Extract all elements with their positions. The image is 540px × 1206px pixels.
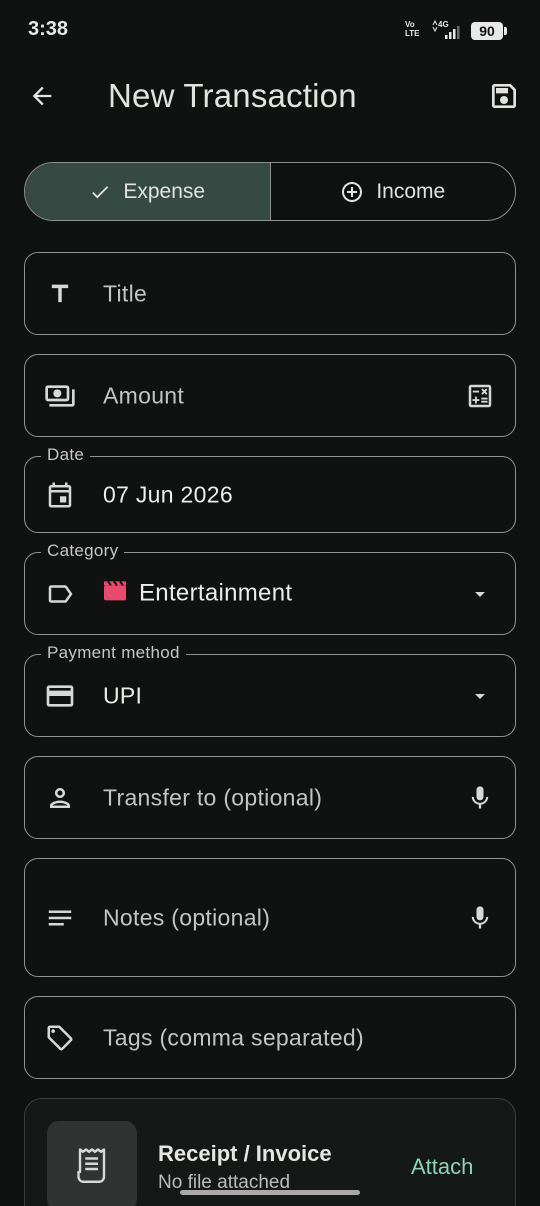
title-field[interactable]: Title (24, 252, 516, 335)
tag-icon (43, 1021, 77, 1055)
back-button[interactable] (22, 76, 62, 116)
category-value-wrap: Entertainment (103, 579, 292, 608)
calculator-icon[interactable] (463, 379, 497, 413)
save-icon (492, 84, 516, 108)
notes-field[interactable]: Notes (optional) (24, 858, 516, 977)
notes-placeholder: Notes (optional) (103, 904, 271, 930)
signal-icon: 4G (432, 19, 462, 41)
label-icon (43, 577, 77, 611)
top-app-bar: New Transaction (0, 60, 540, 132)
payments-icon (43, 379, 77, 413)
check-icon (92, 185, 109, 198)
battery-icon: 90 (471, 22, 507, 40)
volte-indicator: Vo LTE (405, 20, 420, 38)
volte-bottom: LTE (405, 29, 420, 38)
date-label: Date (41, 445, 91, 465)
calendar-icon (43, 478, 77, 512)
expense-label: Expense (123, 179, 206, 203)
volte-top: Vo (405, 20, 415, 29)
title-placeholder: Title (103, 280, 148, 306)
credit-card-icon (43, 679, 77, 713)
text-icon (43, 277, 77, 311)
attach-button[interactable]: Attach (411, 1154, 473, 1180)
transfer-to-field[interactable]: Transfer to (optional) (24, 756, 516, 839)
payment-method-value: UPI (103, 682, 143, 708)
page-title: New Transaction (108, 77, 357, 114)
amount-placeholder: Amount (103, 382, 185, 408)
category-value: Entertainment (139, 578, 293, 606)
clapperboard-icon (103, 579, 127, 608)
income-segment[interactable]: Income (271, 163, 516, 220)
category-label: Category (41, 541, 125, 561)
expense-segment[interactable]: Expense (25, 163, 271, 220)
network-type: 4G (438, 20, 449, 29)
dropdown-arrow-icon[interactable] (463, 679, 497, 713)
arrow-back-icon (32, 86, 52, 106)
transfer-to-placeholder: Transfer to (optional) (103, 784, 323, 810)
date-value: 07 Jun 2026 (103, 481, 233, 507)
amount-field[interactable]: Amount (24, 354, 516, 437)
mic-icon[interactable] (463, 781, 497, 815)
add-circle-icon (342, 181, 363, 202)
income-label: Income (376, 179, 446, 203)
status-time: 3:38 (28, 18, 69, 40)
transaction-type-toggle: Expense Income (24, 162, 516, 221)
date-field[interactable]: Date 07 Jun 2026 (24, 445, 516, 533)
receipt-icon (77, 1148, 106, 1183)
payment-method-field[interactable]: Payment method UPI (24, 643, 516, 737)
mic-icon[interactable] (463, 901, 497, 935)
notes-icon (43, 901, 77, 935)
receipt-title: Receipt / Invoice (158, 1141, 332, 1166)
payment-method-label: Payment method (41, 643, 186, 663)
status-bar: 3:38 Vo LTE 4G 90 (0, 0, 540, 60)
tags-placeholder: Tags (comma separated) (103, 1024, 364, 1050)
person-icon (43, 781, 77, 815)
tags-field[interactable]: Tags (comma separated) (24, 996, 516, 1079)
gesture-nav-bar[interactable] (180, 1190, 360, 1195)
category-field[interactable]: Category Entertainment (24, 541, 516, 635)
receipt-thumbnail (47, 1121, 137, 1206)
save-button[interactable] (484, 76, 524, 116)
dropdown-arrow-icon[interactable] (463, 577, 497, 611)
